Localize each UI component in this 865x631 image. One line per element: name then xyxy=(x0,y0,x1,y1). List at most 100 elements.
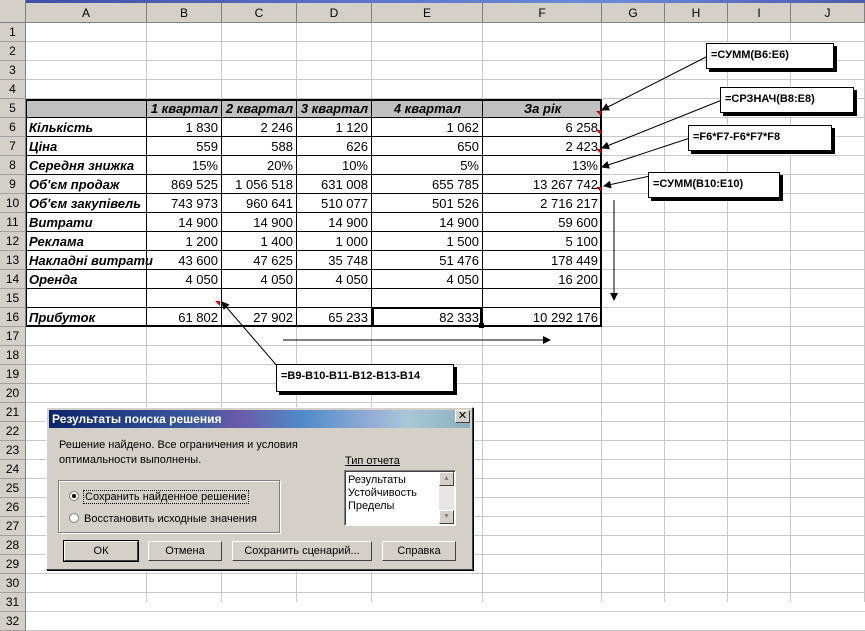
data-cell[interactable]: 59 600 xyxy=(483,213,601,232)
row-header-29[interactable]: 29 xyxy=(0,555,26,574)
column-title[interactable]: 3 квартал xyxy=(297,99,372,118)
row-header-11[interactable]: 11 xyxy=(0,213,26,232)
data-cell[interactable]: 1 120 xyxy=(297,118,371,137)
data-cell[interactable]: 16 200 xyxy=(483,270,601,289)
report-item[interactable]: Устойчивость xyxy=(348,487,417,500)
data-cell[interactable]: 1 400 xyxy=(222,232,296,251)
data-cell[interactable]: 1 062 xyxy=(372,118,482,137)
data-cell[interactable]: 10% xyxy=(297,156,371,175)
data-cell[interactable]: 47 625 xyxy=(222,251,296,270)
data-cell[interactable]: 20% xyxy=(222,156,296,175)
data-cell[interactable]: 4 050 xyxy=(222,270,296,289)
data-cell[interactable]: 14 900 xyxy=(222,213,296,232)
row-header-23[interactable]: 23 xyxy=(0,441,26,460)
row-header-4[interactable]: 4 xyxy=(0,80,26,99)
ok-button[interactable]: ОК xyxy=(63,540,139,562)
row-header-14[interactable]: 14 xyxy=(0,270,26,289)
data-cell[interactable]: 6 258 xyxy=(483,118,601,137)
scroll-up-icon[interactable]: ▲ xyxy=(439,472,454,486)
data-cell[interactable]: 51 476 xyxy=(372,251,482,270)
report-type-listbox[interactable]: Результаты Устойчивость Пределы ▲ ▼ xyxy=(344,470,456,526)
radio-restore-values[interactable]: Восстановить исходные значения xyxy=(69,512,257,526)
data-cell[interactable]: 2 423 xyxy=(483,137,601,156)
column-title[interactable]: За рік xyxy=(483,99,602,118)
row-header-1[interactable]: 1 xyxy=(0,23,26,42)
active-cell-e16[interactable] xyxy=(372,307,482,327)
data-cell[interactable]: 1 500 xyxy=(372,232,482,251)
row-header-22[interactable]: 22 xyxy=(0,422,26,441)
data-cell[interactable]: 650 xyxy=(372,137,482,156)
data-cell[interactable]: 14 900 xyxy=(297,213,371,232)
row-header-15[interactable]: 15 xyxy=(0,289,26,308)
row-header-24[interactable]: 24 xyxy=(0,460,26,479)
row-header-31[interactable]: 31 xyxy=(0,593,26,612)
listbox-scrollbar[interactable]: ▲ ▼ xyxy=(439,472,454,524)
data-cell[interactable]: 1 056 518 xyxy=(222,175,296,194)
row-header-7[interactable]: 7 xyxy=(0,137,26,156)
data-cell[interactable]: 1 200 xyxy=(147,232,221,251)
row-header-21[interactable]: 21 xyxy=(0,403,26,422)
cancel-button[interactable]: Отмена xyxy=(148,541,222,561)
data-cell[interactable]: 743 973 xyxy=(147,194,221,213)
data-cell[interactable]: 4 050 xyxy=(147,270,221,289)
column-title[interactable]: 2 квартал xyxy=(222,99,297,118)
row-header-18[interactable]: 18 xyxy=(0,346,26,365)
data-cell[interactable]: 631 008 xyxy=(297,175,371,194)
data-cell[interactable]: 588 xyxy=(222,137,296,156)
data-cell[interactable]: 13 267 742 xyxy=(483,175,601,194)
row-header-30[interactable]: 30 xyxy=(0,574,26,593)
column-header-b[interactable]: B xyxy=(147,3,222,23)
data-cell[interactable]: 960 641 xyxy=(222,194,296,213)
column-title[interactable]: 4 квартал xyxy=(372,99,483,118)
data-cell[interactable]: 5 100 xyxy=(483,232,601,251)
column-title[interactable]: 1 квартал xyxy=(147,99,222,118)
data-cell[interactable]: 14 900 xyxy=(147,213,221,232)
data-cell[interactable]: 4 050 xyxy=(297,270,371,289)
data-cell[interactable]: 1 000 xyxy=(297,232,371,251)
data-cell[interactable]: 13% xyxy=(483,156,601,175)
column-header-e[interactable]: E xyxy=(372,3,483,23)
column-header-i[interactable]: I xyxy=(728,3,791,23)
report-item[interactable]: Пределы xyxy=(348,500,394,513)
save-scenario-button[interactable]: Сохранить сценарий... xyxy=(232,541,372,561)
row-header-32[interactable]: 32 xyxy=(0,612,26,631)
select-all-corner[interactable] xyxy=(0,0,26,23)
row-header-13[interactable]: 13 xyxy=(0,251,26,270)
data-cell[interactable]: 869 525 xyxy=(147,175,221,194)
data-cell[interactable]: 655 785 xyxy=(372,175,482,194)
data-cell[interactable]: 15% xyxy=(147,156,221,175)
data-cell[interactable]: 1 830 xyxy=(147,118,221,137)
row-header-10[interactable]: 10 xyxy=(0,194,26,213)
row-header-27[interactable]: 27 xyxy=(0,517,26,536)
report-item[interactable]: Результаты xyxy=(348,474,406,487)
column-header-g[interactable]: G xyxy=(602,3,665,23)
data-cell[interactable]: 510 077 xyxy=(297,194,371,213)
row-header-8[interactable]: 8 xyxy=(0,156,26,175)
row-header-19[interactable]: 19 xyxy=(0,365,26,384)
row-header-2[interactable]: 2 xyxy=(0,42,26,61)
row-header-17[interactable]: 17 xyxy=(0,327,26,346)
data-cell[interactable]: 626 xyxy=(297,137,371,156)
column-header-c[interactable]: C xyxy=(222,3,297,23)
data-cell[interactable]: 43 600 xyxy=(147,251,221,270)
data-cell[interactable]: 559 xyxy=(147,137,221,156)
column-header-d[interactable]: D xyxy=(297,3,372,23)
column-header-h[interactable]: H xyxy=(665,3,728,23)
row-header-3[interactable]: 3 xyxy=(0,61,26,80)
row-header-25[interactable]: 25 xyxy=(0,479,26,498)
help-button[interactable]: Справка xyxy=(382,541,456,561)
data-cell[interactable]: 2 716 217 xyxy=(483,194,601,213)
row-header-9[interactable]: 9 xyxy=(0,175,26,194)
data-cell[interactable]: 14 900 xyxy=(372,213,482,232)
row-header-20[interactable]: 20 xyxy=(0,384,26,403)
scroll-down-icon[interactable]: ▼ xyxy=(439,510,454,524)
data-cell[interactable]: 501 526 xyxy=(372,194,482,213)
row-header-28[interactable]: 28 xyxy=(0,536,26,555)
data-cell[interactable]: 35 748 xyxy=(297,251,371,270)
data-cell[interactable]: 178 449 xyxy=(483,251,601,270)
row-header-26[interactable]: 26 xyxy=(0,498,26,517)
row-header-16[interactable]: 16 xyxy=(0,308,26,327)
radio-keep-solution[interactable]: Сохранить найденное решение xyxy=(69,490,249,504)
row-header-6[interactable]: 6 xyxy=(0,118,26,137)
data-cell[interactable]: 4 050 xyxy=(372,270,482,289)
